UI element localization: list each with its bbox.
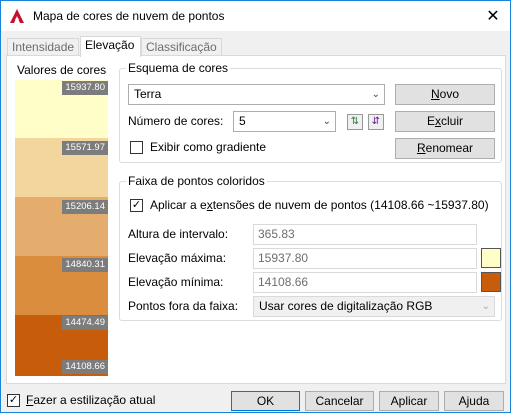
max-elevation-label: Elevação máxima:: [128, 251, 227, 265]
cancel-button[interactable]: Cancelar: [305, 391, 374, 411]
color-scheme-select[interactable]: Terra ⌄: [128, 84, 385, 105]
color-ramp: 15937.80 15571.97 15206.14 14840.31 1447…: [15, 80, 108, 376]
color-scheme-label: Esquema de cores: [126, 61, 231, 75]
num-colors-value: 5: [239, 114, 246, 128]
tab-intensidade[interactable]: Intensidade: [7, 38, 79, 56]
ramp-tick-label: 15937.80: [62, 81, 108, 95]
new-button[interactable]: Novo: [395, 84, 495, 105]
current-style-label: Fazer a estilização atual: [26, 393, 156, 407]
color-values-group: Valores de cores 15937.80 15571.97 15206…: [11, 63, 109, 377]
sort-ascending-icon[interactable]: ⇅: [347, 114, 363, 130]
delete-button[interactable]: Excluir: [395, 111, 495, 132]
gradient-label: Exibir como gradiente: [150, 140, 267, 154]
invert-colors-icon[interactable]: ⇵: [368, 114, 384, 130]
apply-extents-range: (14108.66 ~15937.80): [370, 198, 489, 212]
ramp-tick-label: 14474.49: [62, 316, 108, 330]
num-colors-label: Número de cores:: [128, 114, 224, 128]
tab-classificacao[interactable]: Classificação: [141, 38, 222, 56]
tab-elevacao[interactable]: Elevação: [80, 36, 141, 57]
min-color-swatch[interactable]: [481, 272, 501, 292]
chevron-down-icon: ⌄: [322, 116, 331, 127]
ramp-tick-label: 15571.97: [62, 141, 108, 155]
gradient-checkbox[interactable]: [130, 141, 143, 154]
ok-button[interactable]: OK: [231, 391, 300, 411]
dialog-window: Mapa de cores de nuvem de pontos ✕ Inten…: [0, 0, 511, 413]
help-button[interactable]: Ajuda: [444, 391, 504, 411]
current-style-checkbox[interactable]: ✓: [7, 394, 20, 407]
max-elevation-field: 15937.80: [253, 248, 477, 269]
color-scheme-group: Esquema de cores Terra ⌄ Novo Número de …: [119, 61, 502, 163]
window-title: Mapa de cores de nuvem de pontos: [33, 9, 225, 23]
color-scheme-value: Terra: [134, 87, 162, 101]
num-colors-select[interactable]: 5 ⌄: [233, 111, 336, 132]
outside-range-label: Pontos fora da faixa:: [128, 299, 239, 313]
max-color-swatch[interactable]: [481, 248, 501, 268]
ramp-tick-label: 14108.66: [62, 360, 108, 374]
ramp-tick-label: 15206.14: [62, 200, 108, 214]
chevron-down-icon: ⌄: [481, 301, 490, 312]
apply-button[interactable]: Aplicar: [379, 391, 439, 411]
close-icon[interactable]: ✕: [476, 1, 510, 31]
ramp-tick-label: 14840.31: [62, 258, 108, 272]
rename-button[interactable]: Renomear: [395, 138, 495, 159]
outside-range-value: Usar cores de digitalização RGB: [259, 299, 433, 313]
autocad-logo-icon: [9, 8, 25, 24]
color-values-label: Valores de cores: [17, 63, 107, 77]
tab-panel-elevacao: Valores de cores 15937.80 15571.97 15206…: [6, 55, 506, 384]
interval-label: Altura de intervalo:: [128, 227, 229, 241]
outside-range-select[interactable]: Usar cores de digitalização RGB ⌄: [253, 296, 495, 317]
min-elevation-field: 14108.66: [253, 272, 477, 293]
interval-field: 365.83: [253, 224, 477, 245]
color-range-label: Faixa de pontos coloridos: [126, 174, 267, 188]
apply-extents-checkbox[interactable]: ✓: [130, 199, 143, 212]
apply-extents-label: Aplicar a extensões de nuvem de pontos (…: [150, 198, 489, 212]
min-elevation-label: Elevação mínima:: [128, 275, 224, 289]
chevron-down-icon: ⌄: [371, 89, 380, 100]
title-bar: Mapa de cores de nuvem de pontos ✕: [1, 1, 510, 31]
color-range-group: Faixa de pontos coloridos ✓ Aplicar a ex…: [119, 174, 502, 321]
